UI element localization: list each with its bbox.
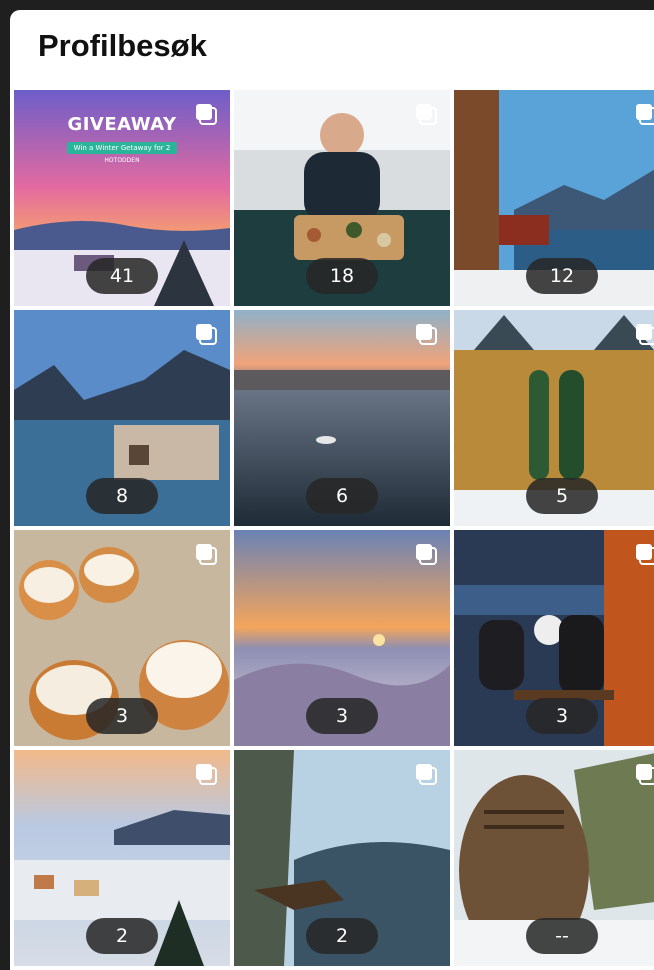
post-tile[interactable]: 8: [14, 310, 230, 526]
carousel-stack-icon: [196, 324, 217, 345]
page-title: Profilbesøk: [38, 28, 207, 63]
post-tile[interactable]: 6: [234, 310, 450, 526]
post-tile[interactable]: 12: [454, 90, 654, 306]
carousel-stack-icon: [196, 544, 217, 565]
visit-count-badge: --: [526, 918, 598, 954]
visit-count-badge: 8: [86, 478, 158, 514]
carousel-stack-icon: [636, 544, 654, 565]
post-tile[interactable]: 3: [14, 530, 230, 746]
carousel-stack-icon: [416, 324, 437, 345]
post-tile[interactable]: 3: [454, 530, 654, 746]
carousel-stack-icon: [416, 544, 437, 565]
visit-count-badge: 3: [306, 698, 378, 734]
visit-count-badge: 12: [526, 258, 598, 294]
visit-count-badge: 3: [526, 698, 598, 734]
post-tile[interactable]: 3: [234, 530, 450, 746]
visit-count-badge: 2: [306, 918, 378, 954]
visit-count-badge: 5: [526, 478, 598, 514]
post-tile[interactable]: 18: [234, 90, 450, 306]
post-tile[interactable]: --: [454, 750, 654, 966]
carousel-stack-icon: [636, 764, 654, 785]
visit-count-badge: 18: [306, 258, 378, 294]
post-tile[interactable]: GIVEAWAY Win a Winter Getaway for 2 HOTO…: [14, 90, 230, 306]
carousel-stack-icon: [416, 764, 437, 785]
giveaway-subtitle: Win a Winter Getaway for 2: [66, 142, 178, 154]
giveaway-brand: HOTODDEN: [104, 157, 140, 164]
visit-count-badge: 2: [86, 918, 158, 954]
carousel-stack-icon: [416, 104, 437, 125]
post-tile[interactable]: 2: [234, 750, 450, 966]
visit-count-badge: 6: [306, 478, 378, 514]
visit-count-badge: 3: [86, 698, 158, 734]
carousel-stack-icon: [196, 104, 217, 125]
post-tile[interactable]: 5: [454, 310, 654, 526]
carousel-stack-icon: [636, 324, 654, 345]
carousel-stack-icon: [636, 104, 654, 125]
profile-visits-panel: Profilbesøk GIVEAWAY Win a Winter Getawa…: [10, 10, 654, 970]
carousel-stack-icon: [196, 764, 217, 785]
visit-count-badge: 41: [86, 258, 158, 294]
post-tile[interactable]: 2: [14, 750, 230, 966]
